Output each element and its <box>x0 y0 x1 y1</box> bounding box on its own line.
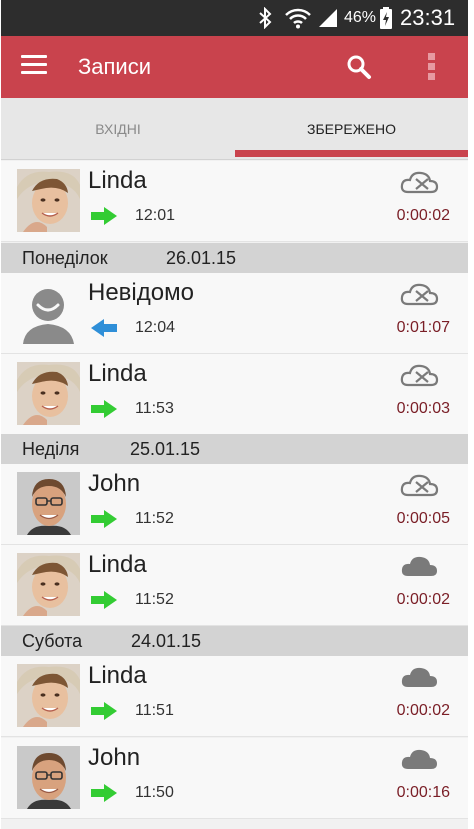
contact-name: John <box>88 470 141 497</box>
date-header-day: Понеділок <box>22 248 108 268</box>
clock: 23:31 <box>400 5 456 30</box>
contact-name: Linda <box>88 167 147 194</box>
arrow-left-icon <box>90 319 118 337</box>
app-bar: Записи <box>1 36 468 98</box>
more-vert-icon[interactable] <box>425 53 437 81</box>
cloud-cross-icon[interactable] <box>399 281 439 307</box>
menu-icon[interactable] <box>21 55 47 77</box>
call-duration: 0:00:16 <box>396 784 450 801</box>
date-header-day: Субота <box>22 631 83 651</box>
status-bar: 46% 23:31 <box>1 0 468 36</box>
contact-name: John <box>88 744 141 771</box>
call-duration: 0:00:03 <box>396 400 450 417</box>
signal-icon <box>318 0 340 36</box>
call-time: 11:53 <box>135 400 174 417</box>
contact-name: Linda <box>88 662 147 689</box>
arrow-right-icon <box>90 400 118 418</box>
call-duration: 0:01:07 <box>396 319 450 336</box>
active-tab-indicator <box>235 150 468 157</box>
bluetooth-icon <box>258 0 278 36</box>
avatar-unknown <box>17 281 80 344</box>
wifi-icon <box>285 0 313 36</box>
avatar-john <box>17 472 80 535</box>
avatar-john <box>17 746 80 809</box>
avatar-linda <box>17 664 80 727</box>
date-header: Субота 24.01.15 <box>1 626 468 656</box>
call-time: 11:52 <box>135 510 174 527</box>
tab-incoming[interactable]: ВХІДНІ <box>1 98 235 160</box>
arrow-right-icon <box>90 702 118 720</box>
tab-bar: ВХІДНІ ЗБЕРЕЖЕНО <box>1 98 468 160</box>
cloud-cross-icon[interactable] <box>399 169 439 195</box>
contact-name: Невідомо <box>88 279 194 306</box>
cloud-icon[interactable] <box>399 664 439 690</box>
arrow-right-icon <box>90 207 118 225</box>
recording-row[interactable]: Linda 12:01 0:00:02 <box>1 161 468 242</box>
avatar-linda <box>17 553 80 616</box>
recording-row[interactable]: Linda 11:53 0:00:03 <box>1 354 468 435</box>
call-time: 11:51 <box>135 702 174 719</box>
battery-percent: 46% <box>344 9 377 26</box>
recording-row[interactable]: John 11:52 0:00:05 <box>1 464 468 545</box>
arrow-right-icon <box>90 591 118 609</box>
date-header-date: 26.01.15 <box>166 248 237 268</box>
recording-row[interactable]: Linda 11:52 0:00:02 <box>1 545 468 626</box>
date-header-date: 25.01.15 <box>130 439 201 459</box>
call-duration: 0:00:02 <box>396 702 450 719</box>
date-header: Неділя 25.01.15 <box>1 434 468 464</box>
arrow-right-icon <box>90 510 118 528</box>
date-header: Понеділок 26.01.15 <box>1 243 468 273</box>
call-duration: 0:00:02 <box>396 591 450 608</box>
page-title: Записи <box>78 54 152 79</box>
date-header-date: 24.01.15 <box>131 631 202 651</box>
date-header-day: Неділя <box>22 439 80 459</box>
contact-name: Linda <box>88 551 147 578</box>
call-time: 11:52 <box>135 591 174 608</box>
call-duration: 0:00:02 <box>396 207 450 224</box>
call-time: 11:50 <box>135 784 174 801</box>
call-time: 12:01 <box>135 207 176 224</box>
cloud-icon[interactable] <box>399 553 439 579</box>
recording-row[interactable]: Невідомо 12:04 0:01:07 <box>1 273 468 354</box>
recording-row[interactable]: John 11:50 0:00:16 <box>1 738 468 819</box>
avatar-linda <box>17 362 80 425</box>
battery-charging-icon <box>380 0 394 36</box>
arrow-right-icon <box>90 784 118 802</box>
recording-row[interactable]: Linda 11:51 0:00:02 <box>1 656 468 737</box>
call-duration: 0:00:05 <box>396 510 450 527</box>
search-icon[interactable] <box>346 54 372 80</box>
cloud-cross-icon[interactable] <box>399 472 439 498</box>
phone-screen: 46% 23:31 Записи ВХІДНІ ЗБЕРЕЖЕНО Linda … <box>1 0 468 829</box>
call-time: 12:04 <box>135 319 176 336</box>
contact-name: Linda <box>88 360 147 387</box>
cloud-icon[interactable] <box>399 746 439 772</box>
cloud-cross-icon[interactable] <box>399 362 439 388</box>
avatar-linda <box>17 169 80 232</box>
